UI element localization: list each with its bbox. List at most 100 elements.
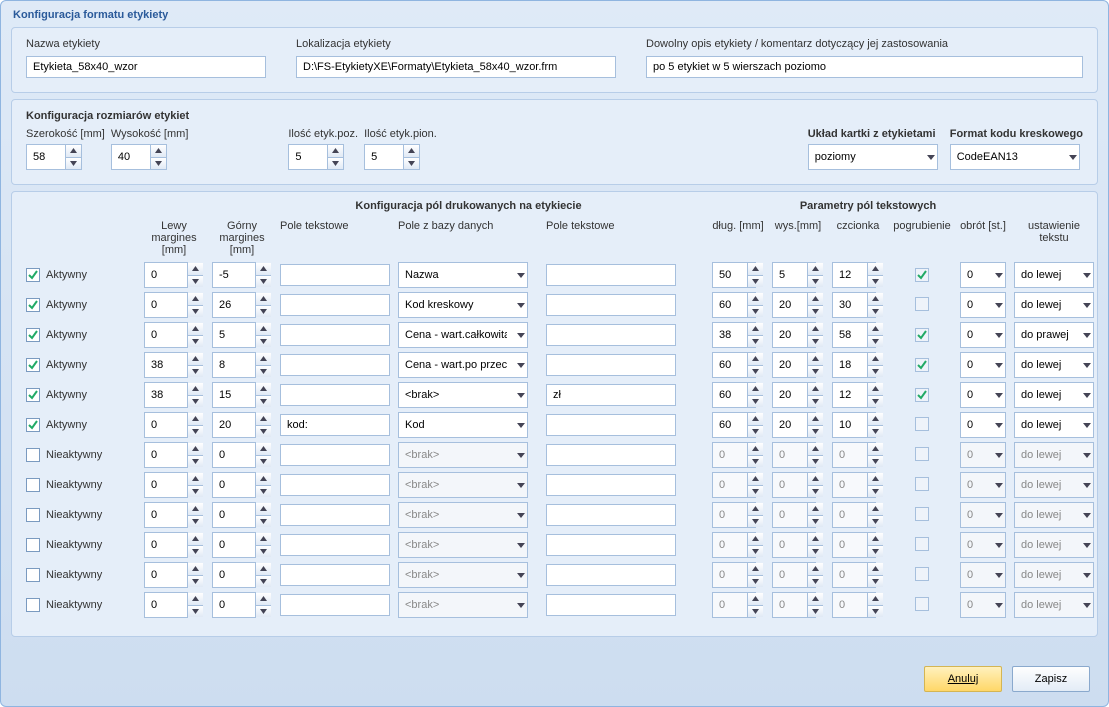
spinner[interactable] (144, 562, 204, 588)
text1-input[interactable] (280, 474, 390, 496)
spin-up-icon[interactable] (255, 443, 271, 456)
checkbox[interactable] (26, 568, 40, 582)
combo[interactable] (398, 382, 528, 408)
desc-input[interactable] (646, 56, 1083, 78)
spin-up-icon[interactable] (187, 353, 203, 366)
spinner[interactable] (772, 412, 824, 438)
spin-down-icon[interactable] (255, 546, 271, 558)
spinner[interactable] (212, 262, 272, 288)
spinner[interactable] (212, 562, 272, 588)
text2-input[interactable] (546, 564, 676, 586)
spin-up-icon[interactable] (807, 323, 823, 336)
combo[interactable] (1014, 352, 1094, 378)
checkbox[interactable] (26, 388, 40, 402)
spin-down-icon[interactable] (807, 276, 823, 288)
spin-down-icon[interactable] (807, 366, 823, 378)
text2-input[interactable] (546, 384, 676, 406)
spin-down-icon[interactable] (255, 336, 271, 348)
spin-up-icon[interactable] (187, 593, 203, 606)
spinner[interactable] (144, 292, 204, 318)
spinner[interactable] (772, 382, 824, 408)
spinner[interactable] (144, 472, 204, 498)
spinner[interactable] (832, 382, 884, 408)
spin-up-icon[interactable] (747, 383, 763, 396)
spin-up-icon[interactable] (187, 383, 203, 396)
spin-up-icon[interactable] (747, 353, 763, 366)
combo[interactable] (960, 322, 1006, 348)
spin-down-icon[interactable] (255, 486, 271, 498)
spin-down-icon[interactable] (255, 606, 271, 618)
checkbox[interactable] (915, 417, 929, 431)
spin-down-icon[interactable] (867, 366, 883, 378)
spin-up-icon[interactable] (867, 293, 883, 306)
spinner[interactable] (832, 322, 884, 348)
layout-combo[interactable] (808, 144, 938, 170)
spinner[interactable] (712, 412, 764, 438)
spin-up-icon[interactable] (187, 443, 203, 456)
spin-down-icon[interactable] (867, 396, 883, 408)
count-v-spinner[interactable] (364, 144, 420, 170)
spin-down-icon[interactable] (187, 276, 203, 288)
spin-down-icon[interactable] (255, 306, 271, 318)
spin-down-icon[interactable] (807, 306, 823, 318)
spin-down-icon[interactable] (255, 366, 271, 378)
checkbox[interactable] (26, 508, 40, 522)
spinner[interactable] (712, 352, 764, 378)
text2-input[interactable] (546, 444, 676, 466)
spinner[interactable] (712, 382, 764, 408)
spin-up-icon[interactable] (187, 413, 203, 426)
spin-down-icon[interactable] (187, 606, 203, 618)
cancel-button[interactable]: Anuluj (924, 666, 1002, 692)
spin-up-icon[interactable] (187, 263, 203, 276)
combo[interactable] (960, 412, 1006, 438)
spinner[interactable] (772, 352, 824, 378)
spinner[interactable] (144, 412, 204, 438)
spinner[interactable] (212, 502, 272, 528)
spin-up-icon[interactable] (867, 353, 883, 366)
spin-up-icon[interactable] (187, 503, 203, 516)
text2-input[interactable] (546, 474, 676, 496)
checkbox[interactable] (915, 388, 929, 402)
combo[interactable] (1014, 382, 1094, 408)
spin-up-icon[interactable] (255, 473, 271, 486)
spin-up-icon[interactable] (255, 533, 271, 546)
spin-up-icon[interactable] (187, 473, 203, 486)
spin-up-icon[interactable] (747, 323, 763, 336)
checkbox[interactable] (915, 328, 929, 342)
combo[interactable] (398, 412, 528, 438)
checkbox[interactable] (26, 298, 40, 312)
spinner[interactable] (212, 442, 272, 468)
spinner[interactable] (212, 352, 272, 378)
spin-up-icon[interactable] (255, 353, 271, 366)
barcode-combo[interactable] (950, 144, 1080, 170)
text2-input[interactable] (546, 534, 676, 556)
checkbox[interactable] (915, 268, 929, 282)
checkbox[interactable] (26, 328, 40, 342)
spin-down-icon[interactable] (187, 576, 203, 588)
checkbox[interactable] (26, 478, 40, 492)
combo[interactable] (398, 352, 528, 378)
spinner[interactable] (144, 592, 204, 618)
spin-down-icon[interactable] (187, 336, 203, 348)
spin-up-icon[interactable] (187, 323, 203, 336)
loc-input[interactable] (296, 56, 616, 78)
spin-up-icon[interactable] (187, 533, 203, 546)
text1-input[interactable] (280, 324, 390, 346)
combo[interactable] (1014, 292, 1094, 318)
text1-input[interactable] (280, 534, 390, 556)
spin-down-icon[interactable] (187, 486, 203, 498)
spin-down-icon[interactable] (807, 336, 823, 348)
checkbox[interactable] (26, 268, 40, 282)
text1-input[interactable] (280, 354, 390, 376)
spin-down-icon[interactable] (187, 306, 203, 318)
spinner[interactable] (144, 532, 204, 558)
spin-down-icon[interactable] (747, 426, 763, 438)
spin-down-icon[interactable] (255, 426, 271, 438)
spin-down-icon[interactable] (187, 426, 203, 438)
name-input[interactable] (26, 56, 266, 78)
spin-down-icon[interactable] (747, 336, 763, 348)
spin-up-icon[interactable] (747, 293, 763, 306)
text1-input[interactable] (280, 384, 390, 406)
spinner[interactable] (212, 592, 272, 618)
text2-input[interactable] (546, 294, 676, 316)
